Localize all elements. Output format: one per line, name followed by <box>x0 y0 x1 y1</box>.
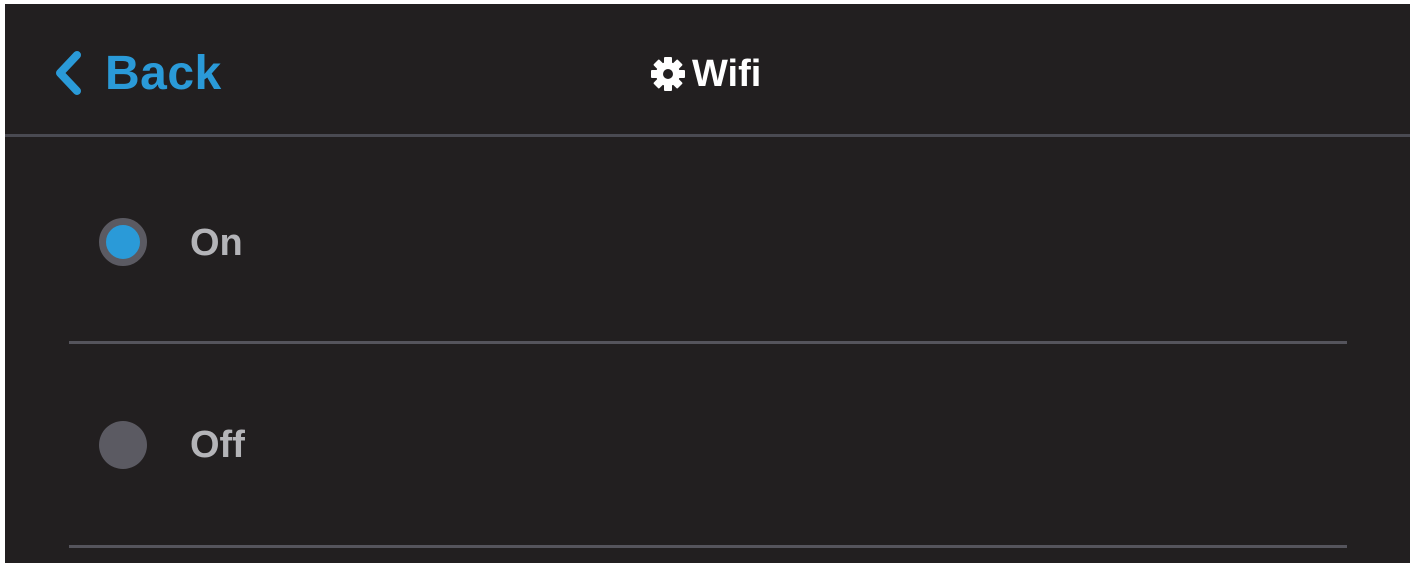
radio-off-unselected[interactable] <box>99 421 147 469</box>
title-text: Wifi <box>692 52 762 95</box>
option-divider <box>69 545 1347 548</box>
option-off[interactable]: Off <box>69 346 1347 548</box>
back-button[interactable]: Back <box>53 42 222 104</box>
option-on[interactable]: On <box>69 143 1347 344</box>
option-divider <box>69 341 1347 344</box>
page-title: Wifi <box>650 48 761 100</box>
header-bar: Back Wifi <box>5 4 1410 137</box>
radio-on-selected[interactable] <box>99 218 147 266</box>
option-off-label: Off <box>190 424 245 466</box>
option-on-label: On <box>190 222 243 264</box>
wifi-settings-screen: Back Wifi On Off <box>5 4 1410 563</box>
gear-icon <box>651 57 685 91</box>
chevron-left-icon <box>56 51 81 95</box>
back-label: Back <box>105 46 222 100</box>
